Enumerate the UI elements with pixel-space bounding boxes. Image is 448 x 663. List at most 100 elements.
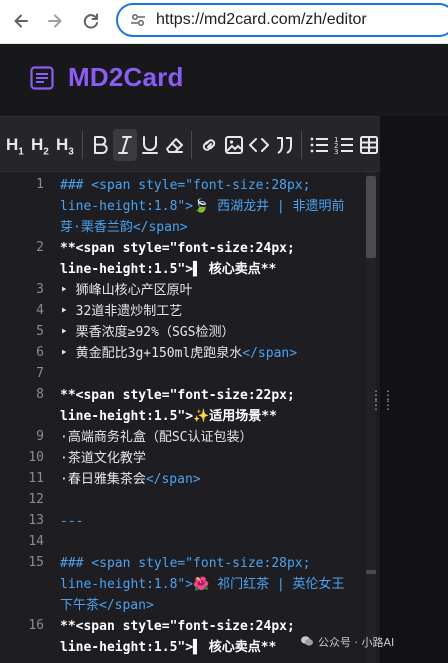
italic-icon [118, 136, 132, 154]
table-button[interactable] [358, 129, 380, 161]
code-line[interactable]: line-height:1.5">▌ 核心卖点** [60, 259, 360, 280]
code-line[interactable]: line-height:1.8">🍃 西湖龙井 | 非遗明前 [60, 196, 360, 217]
h2-label: H [31, 135, 44, 154]
bullet-list-icon [310, 137, 328, 153]
code-line[interactable]: 下午茶</span> [60, 595, 360, 616]
heading-2-button[interactable]: H2 [31, 129, 51, 161]
code-token: **<span style="font-size:22px; [60, 388, 295, 403]
code-token: line-height:1.8">🌺 祁门红茶 | 英伦女王 [60, 577, 345, 592]
code-token: </span> [145, 472, 201, 487]
h3-sub: 3 [68, 146, 74, 158]
logo-icon [30, 66, 54, 90]
browser-toolbar: https://md2card.com/zh/editor [0, 0, 448, 44]
toolbar-divider [191, 131, 192, 159]
line-number: 1 [36, 177, 44, 192]
eraser-icon [166, 138, 183, 153]
underline-button[interactable] [139, 129, 161, 161]
code-token: **<span style="font-size:24px; [60, 241, 295, 256]
line-number: 11 [28, 471, 44, 486]
code-button[interactable] [248, 129, 270, 161]
code-line[interactable]: line-height:1.5">✨适用场景** [60, 406, 360, 427]
h2-sub: 2 [43, 146, 49, 158]
code-line[interactable]: **<span style="font-size:22px; [60, 385, 360, 406]
code-line[interactable]: ‣ 栗香浓度≥92%（SGS检测） [60, 322, 360, 343]
forward-arrow-icon[interactable] [44, 10, 66, 32]
quote-button[interactable] [273, 129, 295, 161]
code-token: line-height:1.5">✨适用场景** [60, 409, 277, 424]
code-token: ·高端商务礼盒（配SC认证包装） [60, 430, 253, 445]
line-number: 14 [28, 534, 44, 549]
code-token: ‣ 32道非遗炒制工艺 [60, 304, 183, 319]
line-number: 5 [36, 324, 44, 339]
code-line[interactable]: ‣ 32道非遗炒制工艺 [60, 301, 360, 322]
editor-toolbar: H1 H2 H3 123 [0, 116, 380, 172]
url-text[interactable]: https://md2card.com/zh/editor [156, 11, 367, 29]
numbered-list-icon: 123 [334, 136, 353, 156]
code-token: ·茶道文化教学 [60, 451, 146, 466]
code-line[interactable]: ‣ 狮峰山核心产区原叶 [60, 280, 360, 301]
bullet-list-button[interactable] [308, 129, 330, 161]
line-number: 9 [36, 429, 44, 444]
code-line[interactable]: ·春日雅集茶会</span> [60, 469, 360, 490]
h1-label: H [6, 135, 19, 154]
quote-icon [277, 137, 292, 154]
reload-icon[interactable] [80, 10, 102, 32]
line-number: 16 [28, 618, 44, 633]
clear-format-button[interactable] [163, 129, 185, 161]
markdown-editor[interactable]: 1 ### <span style="font-size:28px; line-he… [0, 172, 378, 663]
brand-name[interactable]: MD2Card [68, 62, 184, 93]
code-line[interactable]: line-height:1.8">🌺 祁门红茶 | 英伦女王 [60, 574, 360, 595]
code-line[interactable]: --- [60, 511, 360, 532]
code-token: ### <span style="font-size:28px; [60, 556, 311, 571]
table-icon [360, 136, 378, 154]
code-token: 芽·栗香兰韵</span> [60, 220, 188, 235]
code-token: **<span style="font-size:24px; [60, 619, 295, 634]
site-settings-icon[interactable] [130, 12, 146, 28]
resize-handle-icon[interactable]: ⋮⋮ ⋮⋮ [370, 389, 394, 411]
code-line[interactable]: 芽·栗香兰韵</span> [60, 217, 360, 238]
heading-1-button[interactable]: H1 [6, 129, 26, 161]
code-line[interactable]: ### <span style="font-size:28px; [60, 175, 360, 196]
italic-button[interactable] [113, 129, 137, 161]
svg-text:3: 3 [334, 148, 338, 156]
line-number: 13 [28, 513, 44, 528]
underline-icon [142, 136, 158, 154]
code-token: ‣ 狮峰山核心产区原叶 [60, 283, 193, 298]
code-line[interactable]: line-height:1.5">▌ 核心卖点** [60, 637, 360, 658]
editor-scrollbar-thumb[interactable] [366, 176, 376, 258]
line-number: 6 [36, 345, 44, 360]
watermark-text: 公众号 · 小路AI [318, 636, 395, 649]
bold-button[interactable] [89, 129, 111, 161]
line-number: 10 [28, 450, 44, 465]
numbered-list-button[interactable]: 123 [333, 129, 355, 161]
line-number: 4 [36, 303, 44, 318]
address-bar[interactable]: https://md2card.com/zh/editor [116, 3, 448, 37]
image-button[interactable] [223, 129, 245, 161]
line-number: 8 [36, 387, 44, 402]
line-number: 15 [28, 555, 44, 570]
code-line[interactable]: ### <span style="font-size:28px; [60, 553, 360, 574]
code-token: 下午茶</span> [60, 598, 154, 613]
code-line[interactable]: **<span style="font-size:24px; [60, 238, 360, 259]
heading-3-button[interactable]: H3 [56, 129, 76, 161]
back-arrow-icon[interactable] [10, 10, 32, 32]
toolbar-divider [301, 131, 302, 159]
link-button[interactable] [198, 129, 220, 161]
toolbar-divider [82, 131, 83, 159]
bold-icon [94, 136, 108, 154]
code-token: ·春日雅集茶会 [60, 472, 146, 487]
code-token: </span> [242, 346, 298, 361]
code-token: --- [60, 514, 84, 529]
editor-scrollbar-marker [366, 570, 376, 574]
code-token: ### <span style="font-size:28px; [60, 178, 311, 193]
line-number: 3 [36, 282, 44, 297]
code-line[interactable]: ·高端商务礼盒（配SC认证包装） [60, 427, 360, 448]
code-line[interactable]: **<span style="font-size:24px; [60, 616, 360, 637]
code-line[interactable]: ‣ 黄金配比3g+150ml虎跑泉水</span> [60, 343, 360, 364]
code-token: ‣ 黄金配比3g+150ml虎跑泉水 [60, 346, 243, 361]
code-icon [249, 138, 269, 152]
app-header: MD2Card [0, 44, 448, 116]
code-line[interactable]: ·茶道文化教学 [60, 448, 360, 469]
h1-sub: 1 [18, 146, 24, 158]
line-number: 7 [36, 366, 44, 381]
